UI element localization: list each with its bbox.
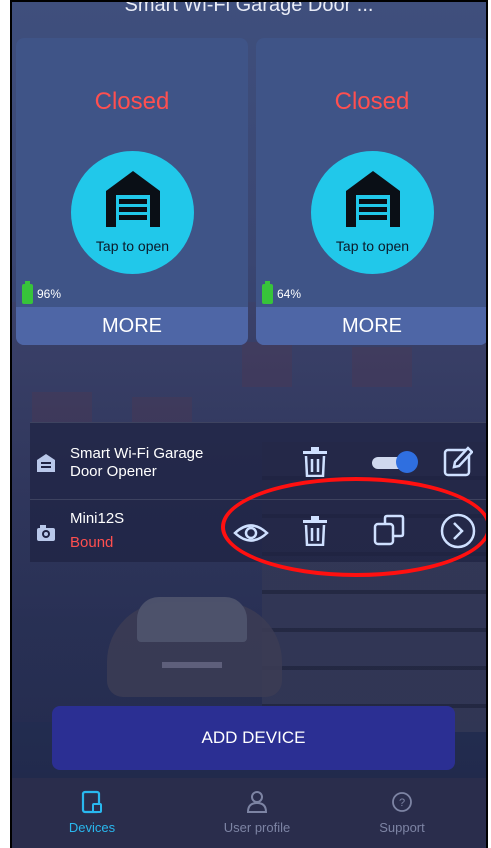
garage-icon xyxy=(106,171,160,227)
nav-user-profile[interactable]: User profile xyxy=(202,790,312,835)
more-button[interactable]: MORE xyxy=(16,307,248,345)
battery-icon xyxy=(262,281,273,304)
device-toggle[interactable] xyxy=(372,451,420,473)
delete-icon[interactable] xyxy=(302,447,328,477)
camera-icon xyxy=(37,525,55,541)
devices-icon xyxy=(81,790,102,814)
battery-indicator: 96% xyxy=(22,281,62,304)
background-window xyxy=(32,392,92,422)
battery-icon xyxy=(22,281,33,304)
garage-card-2: Closed Tap to open 64% MORE xyxy=(256,38,486,345)
tap-to-open-label: Tap to open xyxy=(335,238,410,254)
add-device-button[interactable]: ADD DEVICE xyxy=(52,706,455,770)
app-screen: Smart Wi-Fi Garage Door ... Closed Tap t… xyxy=(10,0,488,848)
nav-label: Support xyxy=(379,820,425,835)
background-car-grill xyxy=(162,662,222,668)
door-toggle-button[interactable]: Tap to open xyxy=(311,151,434,274)
page-title: Smart Wi-Fi Garage Door ... xyxy=(124,0,374,16)
device-status: Bound xyxy=(70,534,114,551)
garage-device-icon xyxy=(37,454,55,472)
bottom-navigation: Devices User profile ? Support xyxy=(12,778,486,848)
highlight-annotation xyxy=(221,477,486,577)
nav-label: Devices xyxy=(68,820,116,835)
nav-label: User profile xyxy=(223,820,291,835)
background-window xyxy=(242,342,292,387)
door-status: Closed xyxy=(94,88,170,115)
nav-support[interactable]: ? Support xyxy=(347,790,457,835)
help-icon: ? xyxy=(392,792,412,812)
toggle-knob xyxy=(396,451,418,473)
device-name: Smart Wi-Fi Garage Door Opener xyxy=(70,445,204,480)
battery-level: 64% xyxy=(277,287,302,301)
edit-icon[interactable] xyxy=(443,445,473,477)
background-window xyxy=(352,347,412,387)
door-toggle-button[interactable]: Tap to open xyxy=(71,151,194,274)
svg-text:?: ? xyxy=(399,797,405,809)
garage-card-1: Closed Tap to open 96% MORE xyxy=(16,38,248,345)
door-status: Closed xyxy=(334,88,410,115)
background-window xyxy=(132,397,192,422)
nav-devices[interactable]: Devices xyxy=(37,790,147,835)
tap-to-open-label: Tap to open xyxy=(95,238,170,254)
battery-indicator: 64% xyxy=(262,281,302,304)
more-button[interactable]: MORE xyxy=(256,307,486,345)
garage-icon xyxy=(346,171,400,227)
user-icon xyxy=(246,791,268,813)
device-name: Mini12S xyxy=(70,510,125,527)
battery-level: 96% xyxy=(37,287,62,301)
background-car-window xyxy=(137,597,247,642)
